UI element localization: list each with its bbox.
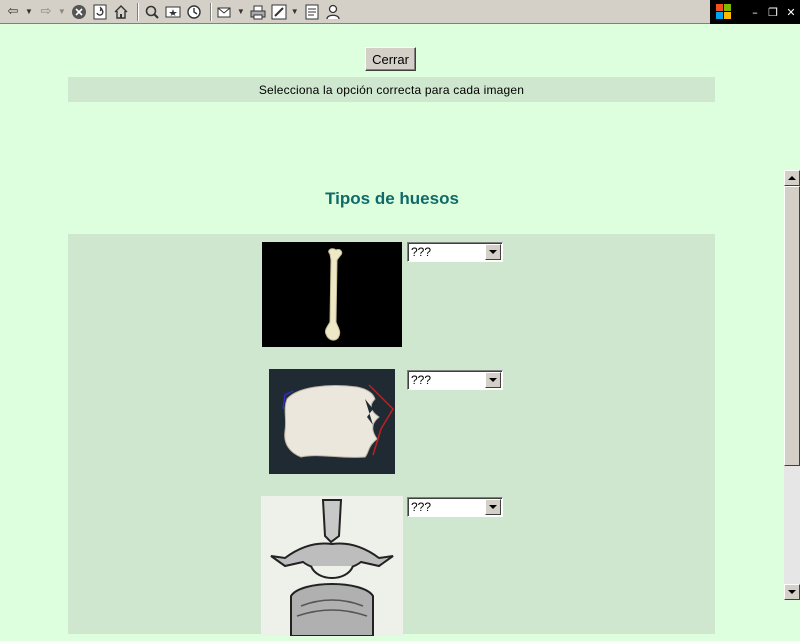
back-dropdown-icon[interactable]: ▼ [25,7,33,16]
answer-select-1[interactable]: ??? [407,242,503,262]
mail-icon[interactable] [216,2,234,22]
instruction-text: Selecciona la opción correcta para cada … [68,77,715,102]
chevron-down-icon[interactable] [485,499,501,515]
forward-icon[interactable]: ⇨ [37,2,55,22]
select-value: ??? [411,245,432,259]
browser-toolbar: ⇦ ▼ ⇨ ▼ ▼ ▼ – ❐ ✕ [0,0,800,24]
minimize-icon[interactable]: – [746,6,764,19]
quiz-panel: ??? ??? ??? [68,234,715,637]
search-icon[interactable] [143,2,161,22]
messenger-icon[interactable] [324,2,342,22]
select-value: ??? [411,500,432,514]
answer-select-3[interactable]: ??? [407,497,503,517]
forward-dropdown-icon[interactable]: ▼ [58,7,66,16]
page-title: Tipos de huesos [325,189,459,208]
edit-dropdown-icon[interactable]: ▼ [291,7,299,16]
chevron-down-icon[interactable] [485,244,501,260]
window-controls: – ❐ ✕ [710,0,800,24]
refresh-icon[interactable] [91,2,109,22]
toolbar-separator [136,2,139,21]
vertical-scrollbar[interactable] [784,170,800,600]
chevron-down-icon[interactable] [485,372,501,388]
back-icon[interactable]: ⇦ [4,2,22,22]
stop-icon[interactable] [70,2,88,22]
mail-dropdown-icon[interactable]: ▼ [237,7,245,16]
answer-select-2[interactable]: ??? [407,370,503,390]
scroll-up-icon[interactable] [784,170,800,186]
scrollbar-thumb[interactable] [784,186,800,466]
cerrar-button[interactable]: Cerrar [365,47,416,71]
home-icon[interactable] [112,2,130,22]
vertebra-image [261,496,403,637]
favorites-icon[interactable] [164,2,182,22]
edit-icon[interactable] [270,2,288,22]
toolbar-separator [209,2,212,21]
page-content: Cerrar Selecciona la opción correcta par… [0,25,784,637]
discuss-icon[interactable] [303,2,321,22]
print-icon[interactable] [249,2,267,22]
restore-icon[interactable]: ❐ [764,6,782,19]
femur-image [262,242,402,347]
history-icon[interactable] [185,2,203,22]
windows-logo-icon [716,4,732,20]
scroll-down-icon[interactable] [784,584,800,600]
select-value: ??? [411,373,432,387]
skull-bone-image [269,369,395,474]
close-window-icon[interactable]: ✕ [782,6,800,19]
